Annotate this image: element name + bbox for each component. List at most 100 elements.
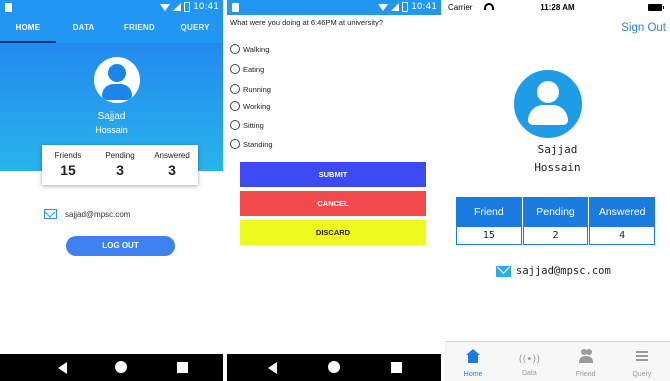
status-icons: 10:41 [378, 2, 437, 12]
query-icon [635, 349, 648, 363]
email-text: sajjad@mpsc.com [65, 209, 131, 219]
option-running[interactable]: Running [230, 84, 271, 94]
first-name: Sajjad [537, 143, 578, 156]
option-label: Eating [243, 64, 265, 74]
stat-label-friend: Friend [456, 197, 523, 227]
status-time: 10:41 [193, 2, 219, 12]
notification-icon [5, 3, 12, 12]
option-label: Walking [243, 44, 270, 54]
stat-friends: Friends 15 [42, 145, 94, 185]
email-row: sajjad@mpsc.com [496, 265, 611, 277]
status-bar: Carrier 11:28 AM [445, 0, 670, 16]
stat-value: 3 [168, 162, 176, 178]
tab-friend[interactable]: Friend [558, 342, 614, 381]
recents-icon[interactable] [391, 362, 402, 373]
battery-icon [402, 2, 409, 12]
stat-value-answered: 4 [589, 227, 656, 245]
status-time: 10:41 [411, 2, 437, 12]
notification-icon [232, 3, 239, 12]
survey-question: What were you doing at 6:46PM at univers… [230, 18, 383, 27]
home-icon [466, 349, 481, 363]
back-icon[interactable] [58, 362, 67, 374]
stat-value-pending: 2 [522, 227, 589, 245]
option-label: Sitting [243, 120, 264, 130]
tab-friend[interactable]: FRIEND [112, 15, 168, 43]
radio-button[interactable] [230, 84, 240, 94]
tab-data[interactable]: DATA [56, 15, 112, 43]
tab-label: Data [521, 370, 537, 377]
discard-button[interactable]: DISCARD [240, 220, 426, 245]
stat-value: 15 [60, 162, 76, 178]
user-icon-body [528, 105, 568, 125]
nav-bar [227, 354, 441, 381]
battery-icon [184, 2, 191, 12]
stats-header-row: Friend Pending Answered [456, 197, 657, 227]
option-working[interactable]: Working [230, 101, 270, 111]
back-icon[interactable] [268, 362, 277, 374]
stat-label: Friends [54, 151, 82, 160]
cancel-button[interactable]: CANCEL [240, 191, 426, 216]
stat-value-friend: 15 [456, 227, 522, 245]
option-label: Working [243, 101, 271, 111]
tab-query[interactable]: QUERY [167, 15, 223, 43]
radio-button[interactable] [230, 64, 240, 74]
tab-label: Home [463, 371, 483, 378]
stats-table: Friend Pending Answered 15 2 4 [456, 197, 657, 245]
stat-label-pending: Pending [522, 197, 590, 227]
email-text: sajjad@mpsc.com [516, 265, 611, 277]
last-name: Hossain [534, 161, 581, 174]
option-walking[interactable]: Walking [230, 44, 269, 54]
radio-button[interactable] [230, 139, 240, 149]
sign-out-button[interactable]: Sign Out [621, 22, 666, 34]
last-name: Hossain [95, 125, 128, 135]
battery-icon [648, 4, 664, 11]
email-row: sajjad@mpsc.com [44, 209, 130, 219]
option-eating[interactable]: Eating [230, 64, 264, 74]
home-nav-icon[interactable] [328, 361, 340, 373]
option-sitting[interactable]: Sitting [230, 120, 264, 130]
status-time: 11:28 AM [540, 3, 575, 12]
ios-tab-bar: Home ((•)) Data Friend Query [445, 341, 670, 381]
stats-card: Friends 15 Pending 3 Answered 3 [42, 145, 198, 185]
stat-label: Pending [105, 151, 135, 160]
signal-icon [173, 3, 182, 11]
tab-data[interactable]: ((•)) Data [501, 342, 557, 381]
tab-bar: HOME DATA FRIEND QUERY [0, 15, 223, 43]
first-name: Sajjad [97, 111, 126, 122]
option-standing[interactable]: Standing [230, 139, 273, 149]
stat-label-answered: Answered [589, 197, 657, 227]
submit-button[interactable]: SUBMIT [240, 162, 426, 187]
user-icon-body [102, 84, 132, 100]
mail-icon [496, 265, 511, 277]
android-survey-screen: 10:41 What were you doing at 6:46PM at u… [227, 0, 441, 381]
wifi-icon [160, 3, 171, 11]
tab-home[interactable]: HOME [0, 15, 56, 43]
stat-value: 3 [116, 162, 124, 178]
logout-button[interactable]: LOG OUT [66, 236, 175, 256]
tab-home[interactable]: Home [445, 342, 501, 381]
option-label: Standing [243, 139, 273, 149]
home-nav-icon[interactable] [115, 361, 127, 373]
radio-button[interactable] [230, 44, 240, 54]
android-home-screen: 10:41 HOME DATA FRIEND QUERY Sajjad Hoss… [0, 0, 223, 381]
stat-pending: Pending 3 [94, 145, 146, 185]
radio-button[interactable] [230, 120, 240, 130]
user-icon [108, 64, 126, 82]
status-icons: 10:41 [160, 2, 219, 12]
radio-button[interactable] [230, 101, 240, 111]
status-bar: 10:41 [227, 0, 441, 15]
tab-query[interactable]: Query [614, 342, 670, 381]
mail-icon [44, 209, 57, 219]
friends-icon [578, 349, 594, 363]
option-label: Running [243, 84, 271, 94]
signal-icon [391, 3, 400, 11]
data-icon: ((•)) [518, 354, 541, 365]
stats-value-row: 15 2 4 [456, 227, 656, 245]
ios-home-screen: Carrier 11:28 AM Sign Out Sajjad Hossain… [445, 0, 670, 381]
tab-label: Query [632, 371, 652, 378]
status-bar: 10:41 [0, 0, 223, 15]
tab-label: Friend [575, 371, 596, 378]
recents-icon[interactable] [177, 362, 188, 373]
stat-answered: Answered 3 [146, 145, 198, 185]
avatar [514, 70, 582, 138]
